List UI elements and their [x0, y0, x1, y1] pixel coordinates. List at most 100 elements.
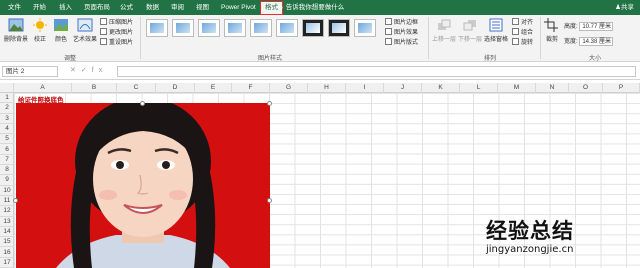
selection-pane-label: 选择窗格: [484, 37, 509, 43]
selection-pane-button[interactable]: 选择窗格: [484, 18, 508, 43]
remove-bg-label: 删除背景: [3, 37, 28, 43]
picture-border-button[interactable]: 图片边框: [385, 18, 418, 27]
group-button[interactable]: 组合: [512, 28, 533, 37]
cancel-icon[interactable]: ✕: [70, 67, 81, 74]
tab-insert[interactable]: 插入: [59, 0, 72, 15]
crop-button[interactable]: 裁剪: [543, 18, 561, 43]
picture-style-9[interactable]: [354, 19, 376, 37]
picture-layout-button[interactable]: 图片版式: [385, 38, 418, 47]
column-header[interactable]: D: [156, 83, 195, 93]
effects-icon: [385, 28, 392, 35]
resize-handle-top[interactable]: [140, 101, 145, 106]
id-photo-image[interactable]: [16, 103, 270, 268]
row-header[interactable]: 5: [0, 134, 14, 145]
column-header[interactable]: O: [569, 83, 603, 93]
column-header[interactable]: A: [14, 83, 72, 93]
row-header[interactable]: 9: [0, 175, 14, 186]
row-header[interactable]: 7: [0, 155, 14, 166]
column-header[interactable]: G: [270, 83, 308, 93]
compress-pictures-button[interactable]: 压缩图片: [100, 18, 133, 27]
row-header[interactable]: 13: [0, 217, 14, 227]
crop-label: 裁剪: [545, 37, 558, 43]
select-all-corner[interactable]: [0, 83, 14, 93]
column-header[interactable]: F: [232, 83, 270, 93]
row-header[interactable]: 17: [0, 258, 14, 268]
picture-style-8[interactable]: [328, 19, 350, 37]
fx-icon[interactable]: fx: [92, 67, 107, 74]
resize-handle-right[interactable]: [267, 198, 272, 203]
row-header[interactable]: 14: [0, 227, 14, 238]
border-icon: [385, 18, 392, 25]
style-thumb-preview: [176, 23, 190, 33]
row-header[interactable]: 6: [0, 145, 14, 155]
bring-forward-icon: [438, 19, 451, 30]
tab-formulas[interactable]: 公式: [120, 0, 133, 15]
compress-icon: [100, 18, 107, 25]
name-box[interactable]: 图片 2: [2, 66, 58, 77]
adjust-group-label: 调整: [63, 56, 76, 62]
change-picture-button[interactable]: 更改图片: [100, 28, 133, 37]
align-label: 对齐: [521, 20, 534, 26]
picture-style-2[interactable]: [172, 19, 194, 37]
width-input[interactable]: 14.38 厘米: [579, 36, 614, 46]
tell-me-search[interactable]: ☼ 告诉我你想要做什么: [278, 0, 344, 15]
bring-forward-button[interactable]: 上移一层: [432, 18, 456, 43]
column-header[interactable]: J: [384, 83, 422, 93]
picture-style-1[interactable]: [146, 19, 168, 37]
picture-style-6[interactable]: [276, 19, 298, 37]
tab-data[interactable]: 数据: [146, 0, 159, 15]
row-header[interactable]: 10: [0, 186, 14, 196]
picture-style-3[interactable]: [198, 19, 220, 37]
tab-view[interactable]: 视图: [196, 0, 209, 15]
row-header[interactable]: 3: [0, 114, 14, 124]
cell-a1[interactable]: 给证件照换底色: [18, 94, 64, 104]
picture-style-5[interactable]: [250, 19, 272, 37]
resize-handle-top-right[interactable]: [267, 101, 272, 106]
tab-page-layout[interactable]: 页面布局: [84, 0, 110, 15]
column-header[interactable]: M: [498, 83, 536, 93]
column-header[interactable]: K: [422, 83, 460, 93]
style-thumb-preview: [228, 23, 242, 33]
height-input[interactable]: 10.77 厘米: [579, 21, 614, 31]
share-button[interactable]: ♟共享: [615, 0, 634, 15]
resize-handle-left[interactable]: [13, 198, 18, 203]
column-header[interactable]: N: [536, 83, 569, 93]
reset-picture-button[interactable]: 重设图片: [100, 38, 133, 47]
row-header[interactable]: 11: [0, 196, 14, 207]
formula-input[interactable]: [117, 66, 636, 77]
row-header[interactable]: 8: [0, 165, 14, 176]
column-header[interactable]: E: [195, 83, 232, 93]
send-backward-button[interactable]: 下移一层: [458, 18, 482, 43]
column-header[interactable]: I: [346, 83, 384, 93]
column-header[interactable]: C: [117, 83, 156, 93]
row-header[interactable]: 2: [0, 103, 14, 114]
row-header[interactable]: 12: [0, 206, 14, 217]
change-picture-icon: [100, 28, 107, 35]
correct-button[interactable]: 校正: [30, 18, 50, 43]
tab-review[interactable]: 审阅: [171, 0, 184, 15]
enter-icon[interactable]: ✓: [81, 67, 92, 74]
tab-power-pivot[interactable]: Power Pivot: [221, 0, 256, 15]
picture-style-4[interactable]: [224, 19, 246, 37]
picture-style-7[interactable]: [302, 19, 324, 37]
color-button[interactable]: 颜色: [51, 18, 71, 43]
row-header[interactable]: 1: [0, 93, 14, 104]
height-label: 高度:: [564, 24, 578, 30]
row-header[interactable]: 16: [0, 248, 14, 258]
height-field: 高度: 10.77 厘米: [564, 21, 614, 31]
group-icon: [512, 28, 519, 35]
row-header[interactable]: 15: [0, 237, 14, 248]
column-header[interactable]: B: [72, 83, 117, 93]
column-header[interactable]: H: [308, 83, 346, 93]
style-thumb-preview: [150, 23, 164, 33]
tab-home[interactable]: 开始: [33, 0, 46, 15]
art-effects-button[interactable]: 艺术效果: [72, 18, 98, 43]
tab-file[interactable]: 文件: [8, 0, 21, 15]
rotate-button[interactable]: 旋转: [512, 38, 533, 47]
remove-background-button[interactable]: 删除背景: [3, 18, 29, 43]
align-button[interactable]: 对齐: [512, 18, 533, 27]
column-header[interactable]: P: [603, 83, 640, 93]
column-header[interactable]: L: [460, 83, 498, 93]
row-header[interactable]: 4: [0, 124, 14, 135]
picture-effects-button[interactable]: 图片效果: [385, 28, 418, 37]
